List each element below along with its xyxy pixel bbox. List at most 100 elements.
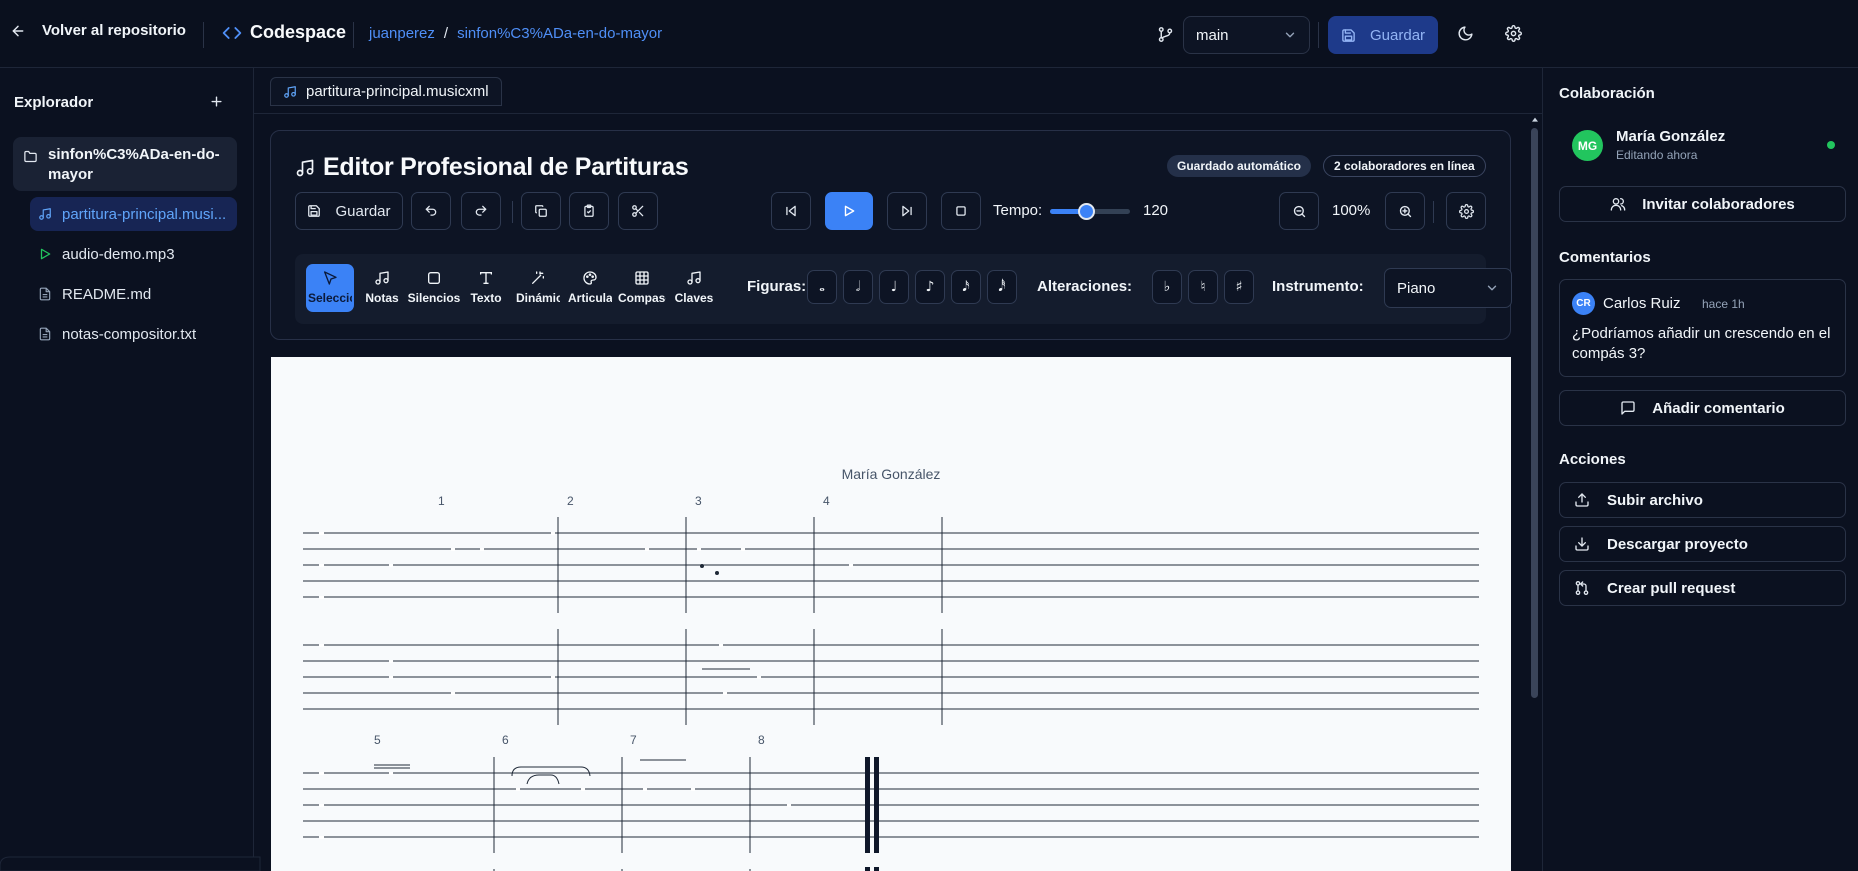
action-label: Descargar proyecto [1607,535,1748,553]
undo-button[interactable] [411,192,451,230]
file-text-icon [38,327,52,341]
branch-select[interactable]: main [1183,16,1310,54]
flat-button[interactable]: ♭ [1152,270,1182,304]
measure-number: 6 [502,733,509,747]
gear-icon[interactable] [1505,25,1522,42]
copy-button[interactable] [521,192,561,230]
moon-icon[interactable] [1457,25,1474,42]
paste-button[interactable] [569,192,609,230]
avatar: MG [1572,130,1603,161]
file-item-notas[interactable]: notas-compositor.txt [30,317,237,351]
tool-dynamics[interactable]: Dinámicas [514,264,562,312]
figure-eighth-button[interactable]: ♪ [915,270,945,304]
file-name: audio-demo.mp3 [62,245,175,263]
instrument-select[interactable]: Piano [1384,268,1512,308]
figures-label: Figuras: [747,278,807,295]
editor-settings-button[interactable] [1446,192,1486,230]
divider [1318,22,1319,48]
tool-text[interactable]: Texto [462,264,510,312]
actions-title: Acciones [1559,451,1626,468]
skip-back-icon [784,204,798,218]
tab-partitura[interactable]: partitura-principal.musicxml [270,77,502,106]
figure-quarter-button[interactable]: ♩ [879,270,909,304]
zoom-value: 100% [1332,202,1371,219]
figure-whole-button[interactable]: 𝅝 [807,270,837,304]
zoom-in-button[interactable] [1385,192,1425,230]
online-indicator [1827,141,1835,149]
file-item-audio[interactable]: audio-demo.mp3 [30,237,237,271]
download-project-button[interactable]: Descargar proyecto [1559,526,1846,562]
editor-scrollbar-thumb[interactable] [1531,128,1538,698]
save-button-label: Guardar [1370,26,1426,44]
tool-measures[interactable]: Compases [618,264,666,312]
measure-number: 5 [374,733,381,747]
download-icon [1574,536,1590,552]
users-icon [1610,196,1626,212]
comment-time: hace 1h [1702,297,1745,311]
cut-button[interactable] [618,192,658,230]
top-bar: Volver al repositorio Codespace juanpere… [0,0,1858,68]
upload-icon [1574,492,1590,508]
file-item-partitura[interactable]: partitura-principal.musi... [30,197,237,231]
tool-rests[interactable]: Silencios [408,264,460,312]
zoom-out-button[interactable] [1279,192,1319,230]
tool-notes[interactable]: Notas [358,264,406,312]
tool-label: Compases [618,291,666,305]
tool-articulations[interactable]: Articulaciones [566,264,614,312]
save-button[interactable]: Guardar [1328,16,1438,54]
add-comment-button[interactable]: Añadir comentario [1559,390,1846,426]
file-name: README.md [62,285,152,303]
tempo-slider-thumb[interactable] [1077,203,1095,220]
score-editor-panel: Editor Profesional de Partituras Guardad… [270,130,1512,340]
figure-thirtysecond-button[interactable]: 𝅘𝅥𝅰 [987,270,1017,304]
collaboration-title: Colaboración [1559,85,1655,102]
back-to-repo-label: Volver al repositorio [42,22,186,39]
invite-collaborators-button[interactable]: Invitar colaboradores [1559,186,1846,222]
instrument-select-value: Piano [1397,279,1436,297]
figure-half-button[interactable]: 𝅗𝅥 [843,270,873,304]
sharp-button[interactable]: ♯ [1224,270,1254,304]
tool-palette: Seleccionar Notas Silencios Texto Dinámi… [295,254,1512,324]
create-pull-request-button[interactable]: Crear pull request [1559,570,1846,606]
upload-file-button[interactable]: Subir archivo [1559,482,1846,518]
back-to-repo-button[interactable]: Volver al repositorio [10,22,186,39]
folder-item[interactable]: sinfon%C3%ADa-en-do-mayor [13,137,237,191]
stop-button[interactable] [941,192,981,230]
play-button[interactable] [825,192,873,230]
skip-forward-button[interactable] [887,192,927,230]
tab-label: partitura-principal.musicxml [306,83,489,100]
measure-number: 8 [758,733,765,747]
zoom-in-icon [1398,204,1413,219]
explorer-title: Explorador [14,94,94,111]
file-item-readme[interactable]: README.md [30,277,237,311]
undo-icon [424,204,438,218]
zoom-out-icon [1292,204,1307,219]
redo-button[interactable] [461,192,501,230]
tool-select[interactable]: Seleccionar [306,264,354,312]
editor-save-button[interactable]: Guardar [295,192,403,230]
folder-icon [23,149,38,164]
collaborator-name: María González [1616,128,1726,145]
tempo-slider[interactable] [1050,203,1130,220]
tab-bar: partitura-principal.musicxml [254,68,1542,114]
music-note-icon [283,85,297,99]
chevron-down-icon [1485,281,1499,295]
breadcrumb-owner-link[interactable]: juanperez [369,25,435,42]
music-note-icon [38,207,52,221]
divider [353,22,354,48]
natural-button[interactable]: ♮ [1188,270,1218,304]
tool-clefs[interactable]: Claves [670,264,718,312]
add-file-button[interactable] [209,94,224,109]
git-branch-icon [1157,26,1174,43]
breadcrumb-repo-link[interactable]: sinfon%C3%ADa-en-do-mayor [457,25,662,42]
divider [203,22,204,48]
divider [512,201,513,223]
comments-title: Comentarios [1559,249,1651,266]
tool-label: Seleccionar [308,291,352,305]
editor-scrollbar[interactable] [1528,114,1542,871]
score-canvas[interactable]: María González 1 2 3 4 5 6 7 8 [271,357,1511,871]
figure-sixteenth-button[interactable]: 𝅘𝅥𝅯 [951,270,981,304]
tool-label: Texto [470,291,502,305]
arrow-left-icon [10,23,26,39]
skip-back-button[interactable] [771,192,811,230]
